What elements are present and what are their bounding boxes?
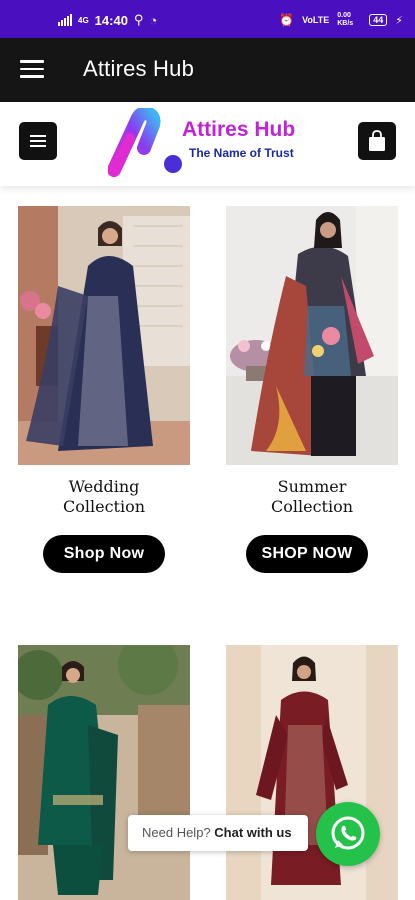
help-chat-prompt[interactable]: Need Help? Chat with us: [128, 815, 308, 851]
whatsapp-icon: [331, 816, 365, 850]
network-label: 4G: [78, 15, 89, 25]
site-menu-button[interactable]: [19, 122, 57, 160]
speed-label: 0.00 KB/s: [337, 12, 354, 27]
notification-icon: ⚲: [133, 12, 144, 27]
logo-tagline: The Name of Trust: [189, 146, 294, 160]
signal-icon: [58, 14, 72, 26]
battery-level: 44: [373, 15, 384, 25]
site-logo[interactable]: Attires Hub The Name of Trust: [108, 108, 308, 180]
menu-icon: [30, 135, 46, 150]
product-name-line1: Wedding: [68, 477, 140, 496]
product-name-line1: Summer: [277, 477, 347, 496]
product-name: Wedding Collection: [18, 477, 190, 517]
product-name-line2: Collection: [62, 497, 146, 516]
summer-collection-photo[interactable]: [226, 206, 398, 465]
charging-icon: ⚡: [395, 14, 403, 27]
cart-button[interactable]: [358, 122, 396, 160]
alarm-icon: ⏰: [279, 13, 295, 27]
product-name-line2: Collection: [270, 497, 354, 516]
site-header: Attires Hub The Name of Trust: [0, 102, 415, 186]
app-bar: Attires Hub: [0, 38, 415, 102]
wedding-collection-photo[interactable]: [18, 206, 190, 465]
product-card-wedding: Wedding Collection Shop Now: [18, 206, 190, 576]
whatsapp-button[interactable]: [316, 802, 380, 866]
app-title: Attires Hub: [83, 56, 195, 81]
hamburger-icon[interactable]: [20, 60, 44, 78]
battery-icon: 44: [369, 14, 388, 26]
logo-mark-icon: [108, 108, 182, 177]
product-name: Summer Collection: [226, 477, 398, 517]
status-time: 14:40: [94, 12, 128, 28]
help-prefix: Need Help?: [142, 825, 211, 840]
product-card-green: [18, 645, 190, 900]
status-bar: 4G 14:40 ⚲ ◔ ⏰ VoLTE 0.00 KB/s 44 ⚡: [0, 0, 415, 38]
volte-label: VoLTE: [302, 15, 330, 25]
wifi-icon: ◔: [149, 12, 158, 28]
shopping-bag-icon: [369, 130, 385, 151]
shop-now-button[interactable]: Shop Now: [43, 535, 165, 573]
product-card-summer: Summer Collection SHOP NOW: [226, 206, 398, 576]
green-suit-photo[interactable]: [18, 645, 190, 900]
status-right: ⏰ VoLTE 0.00 KB/s 44 ⚡: [279, 12, 403, 28]
shop-now-button[interactable]: SHOP NOW: [246, 535, 368, 573]
help-action: Chat with us: [214, 825, 292, 840]
status-left: 4G 14:40 ⚲ ◔: [58, 12, 157, 28]
logo-text: Attires Hub: [182, 118, 296, 141]
